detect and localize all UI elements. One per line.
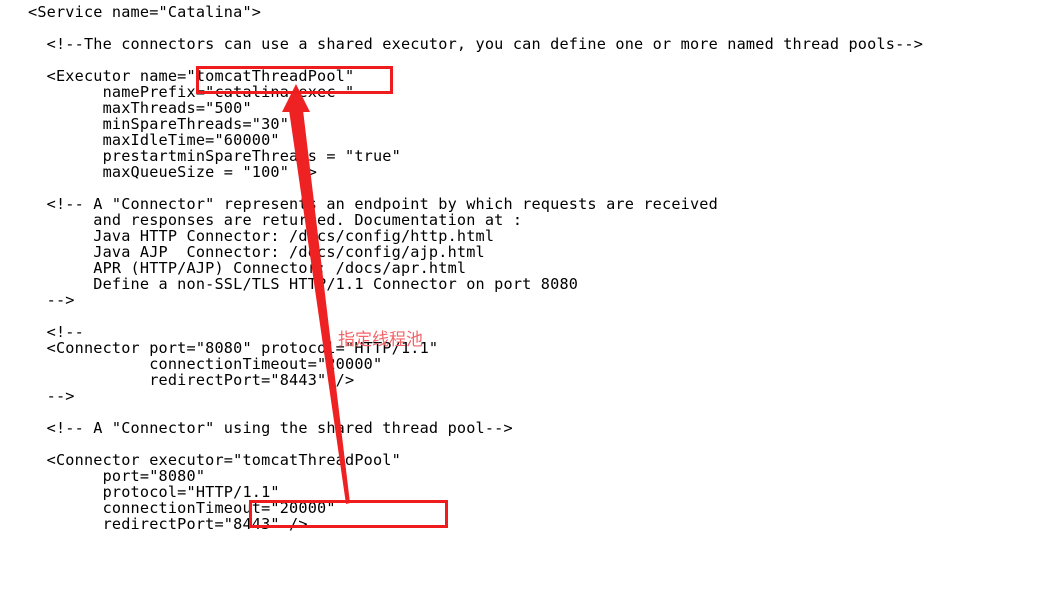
code-line: -->: [28, 291, 75, 309]
code-text-layer: <Service name="Catalina"> <!--The connec…: [0, 0, 1063, 602]
code-line: maxThreads="500": [28, 99, 252, 117]
code-line: Java AJP Connector: /docs/config/ajp.htm…: [28, 243, 485, 261]
code-line: <!-- A "Connector" represents an endpoin…: [28, 195, 718, 213]
code-line: <!-- A "Connector" using the shared thre…: [28, 419, 513, 437]
code-line: APR (HTTP/AJP) Connector: /docs/apr.html: [28, 259, 467, 277]
code-line: connectionTimeout="20000": [28, 355, 383, 373]
code-line: prestartminSpareThreads = "true": [28, 147, 401, 165]
code-line: minSpareThreads="30": [28, 115, 290, 133]
code-line: Define a non-SSL/TLS HTTP/1.1 Connector …: [28, 275, 579, 293]
annotation-note-text: 指定线程池: [338, 330, 423, 350]
code-line: and responses are returned. Documentatio…: [28, 211, 523, 229]
code-line: -->: [28, 387, 75, 405]
code-line: protocol="HTTP/1.1": [28, 483, 280, 501]
executor-name-highlight-box: [196, 66, 393, 94]
code-line: <Service name="Catalina">: [28, 3, 262, 21]
code-line: maxIdleTime="60000": [28, 131, 280, 149]
code-line: <!--: [28, 323, 84, 341]
code-line: port="8080": [28, 467, 206, 485]
code-line: <Connector executor="tomcatThreadPool": [28, 451, 401, 469]
connector-executor-highlight-box: [249, 500, 448, 528]
screenshot-root: <Service name="Catalina"> <!--The connec…: [0, 0, 1063, 602]
code-line: Java HTTP Connector: /docs/config/http.h…: [28, 227, 495, 245]
code-line: redirectPort="8443" />: [28, 371, 355, 389]
code-line: maxQueueSize = "100" />: [28, 163, 318, 181]
code-line: <!--The connectors can use a shared exec…: [28, 35, 924, 53]
